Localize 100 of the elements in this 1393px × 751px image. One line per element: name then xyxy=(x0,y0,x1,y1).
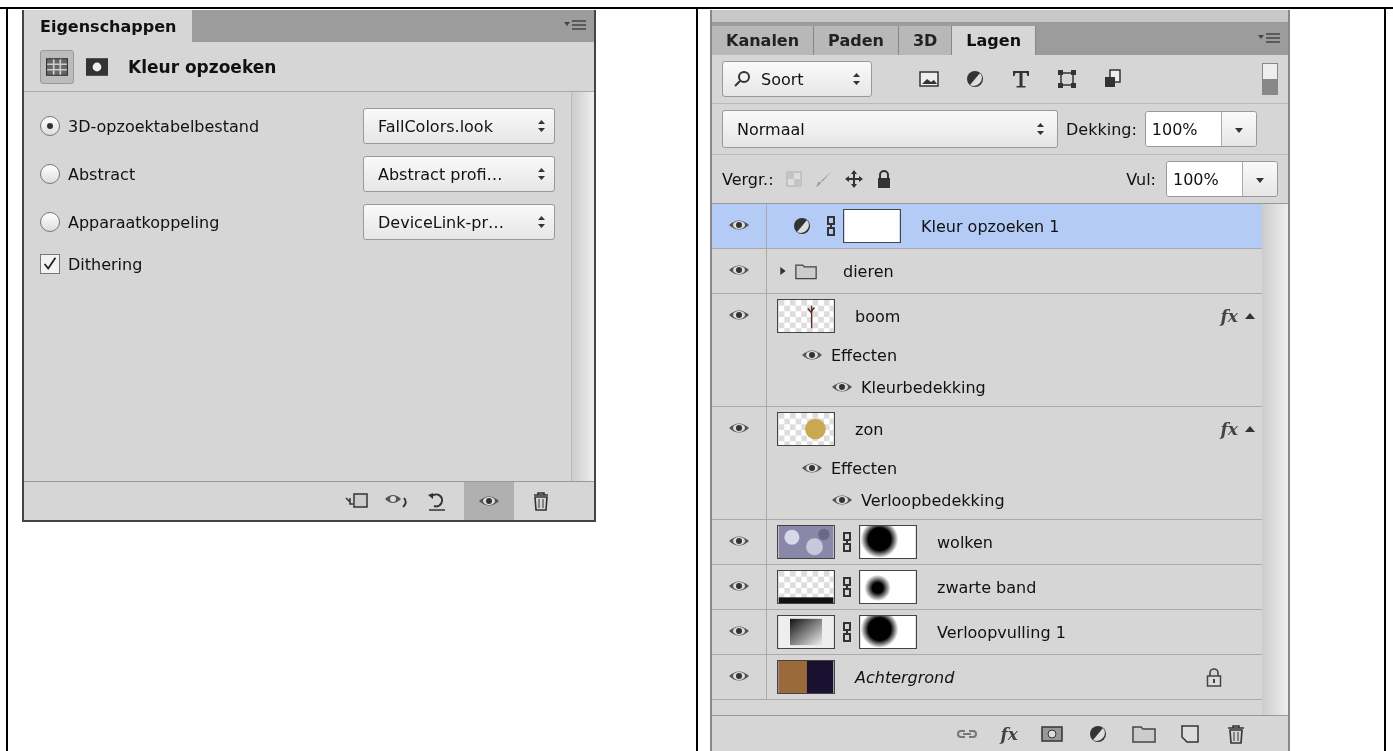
checker-thumbnail[interactable] xyxy=(777,570,835,604)
mask-icon xyxy=(86,55,108,78)
eye-icon[interactable] xyxy=(728,534,750,548)
clouds-thumbnail[interactable] xyxy=(777,525,835,559)
type-icon[interactable] xyxy=(1010,68,1032,90)
fill-field[interactable]: 100% xyxy=(1166,161,1278,197)
scrollbar[interactable] xyxy=(1262,204,1288,715)
layer-name: Achtergrond xyxy=(855,667,955,687)
mask-thumbnail[interactable] xyxy=(859,525,917,559)
eye-icon[interactable] xyxy=(728,624,750,638)
mask-thumbnail[interactable] xyxy=(859,615,917,649)
layer-row[interactable]: Kleur opzoeken 1 xyxy=(712,204,1262,249)
mask-thumbnail[interactable] xyxy=(859,570,917,604)
layer-row[interactable]: boom fx Effecten Kleurbedekking xyxy=(712,294,1262,407)
panel-menu-icon[interactable] xyxy=(564,18,586,32)
layer-name: Verloopvulling 1 xyxy=(937,622,1066,642)
option-label: Abstract xyxy=(68,164,136,184)
layer-row[interactable]: zon fx Effecten Verloopbedekking xyxy=(712,407,1262,520)
effects-label: Effecten xyxy=(831,458,898,478)
layer-name: zwarte band xyxy=(937,577,1037,597)
profile-dropdown[interactable]: FallColors.look xyxy=(363,108,555,144)
caret-icon xyxy=(1232,125,1245,133)
half-circle-icon[interactable] xyxy=(964,68,986,90)
smart-object-icon[interactable] xyxy=(1102,68,1124,90)
lock-label: Vergr.: xyxy=(722,169,774,189)
link-icon xyxy=(841,530,853,554)
photo-placeholder[interactable] xyxy=(777,660,835,694)
layer-row[interactable]: zwarte band xyxy=(712,565,1262,610)
opacity-field[interactable]: 100% xyxy=(1144,111,1257,147)
filter-toggle-icon[interactable] xyxy=(1262,63,1278,95)
layer-row[interactable]: wolken xyxy=(712,520,1262,565)
opacity-label: Dekking: xyxy=(1066,119,1137,139)
profile-dropdown[interactable]: DeviceLink-pr… xyxy=(363,204,555,240)
eye-icon[interactable] xyxy=(728,669,750,683)
link-icon xyxy=(825,214,837,238)
eye-icon[interactable] xyxy=(728,218,750,232)
layer-row[interactable]: Verloopvulling 1 xyxy=(712,610,1262,655)
layer-row[interactable]: Achtergrond xyxy=(712,655,1262,700)
fill-label: Vul: xyxy=(1126,169,1156,189)
sun-thumbnail[interactable] xyxy=(777,412,835,446)
eye-icon[interactable] xyxy=(801,461,823,475)
eye-icon[interactable] xyxy=(801,348,823,362)
visibility-button[interactable] xyxy=(464,482,514,520)
option-label: Apparaatkoppeling xyxy=(68,212,220,232)
grid-icon xyxy=(46,55,68,78)
effect-name: Verloopbedekking xyxy=(861,490,1005,510)
link-icon xyxy=(841,620,853,644)
radio-button[interactable] xyxy=(40,164,60,184)
panel-tab[interactable]: 3D xyxy=(898,26,953,55)
filter-dropdown[interactable]: Soort xyxy=(722,61,872,97)
radio-button[interactable] xyxy=(40,212,60,232)
effects-indicator: fx xyxy=(1220,419,1238,439)
shape-icon[interactable] xyxy=(1056,68,1078,90)
panel-tab[interactable]: Eigenschappen xyxy=(24,10,193,42)
option-label: Dithering xyxy=(68,254,143,274)
panel-tab[interactable]: Paden xyxy=(814,26,899,55)
radio-button[interactable] xyxy=(40,116,60,136)
collapse-arrow-icon[interactable] xyxy=(1244,425,1256,433)
caret-icon xyxy=(1254,175,1266,183)
layer-name: zon xyxy=(855,419,884,439)
eye-icon[interactable] xyxy=(831,380,853,394)
panel-menu-icon[interactable] xyxy=(1258,31,1280,45)
checkbox[interactable] xyxy=(40,254,60,274)
checker-thumbnail[interactable] xyxy=(777,299,835,333)
eye-icon[interactable] xyxy=(728,263,750,277)
eye-icon[interactable] xyxy=(728,579,750,593)
new-layer-icon[interactable] xyxy=(1178,722,1202,745)
eye-icon[interactable] xyxy=(728,308,750,322)
scrollbar[interactable] xyxy=(571,92,594,481)
layer-name: dieren xyxy=(843,261,894,281)
link-icon xyxy=(841,575,853,599)
option-label: 3D-opzoektabelbestand xyxy=(68,116,260,136)
image-icon[interactable] xyxy=(918,68,940,90)
updown-icon xyxy=(1036,122,1045,136)
updown-icon xyxy=(537,119,546,133)
eye-icon[interactable] xyxy=(728,421,750,435)
half-circle-icon xyxy=(791,215,813,237)
updown-icon xyxy=(537,167,546,181)
grid-button[interactable] xyxy=(40,49,74,84)
panel-tab[interactable]: Kanalen xyxy=(712,26,815,55)
effect-name: Kleurbedekking xyxy=(861,377,986,397)
move-icon[interactable] xyxy=(843,169,864,189)
layer-name: Kleur opzoeken 1 xyxy=(921,216,1060,236)
profile-dropdown[interactable]: Abstract profi… xyxy=(363,156,555,192)
updown-icon xyxy=(852,72,861,86)
layer-row[interactable]: dieren xyxy=(712,249,1262,294)
gradient-thumbnail[interactable] xyxy=(777,615,835,649)
collapse-arrow-icon[interactable] xyxy=(1244,312,1256,320)
mask-thumbnail[interactable] xyxy=(843,209,901,243)
panel-tab[interactable]: Lagen xyxy=(952,26,1036,55)
eye-icon xyxy=(478,494,500,508)
adjustment-title: Kleur opzoeken xyxy=(128,56,277,77)
effects-indicator: fx xyxy=(1220,306,1238,326)
search-icon xyxy=(733,69,753,89)
blend-mode-dropdown[interactable]: Normaal xyxy=(722,110,1058,148)
effects-label: Effecten xyxy=(831,345,898,365)
eye-icon[interactable] xyxy=(831,493,853,507)
updown-icon xyxy=(537,215,546,229)
add-style-button[interactable]: fx xyxy=(1000,723,1018,744)
layer-name: wolken xyxy=(937,532,993,552)
